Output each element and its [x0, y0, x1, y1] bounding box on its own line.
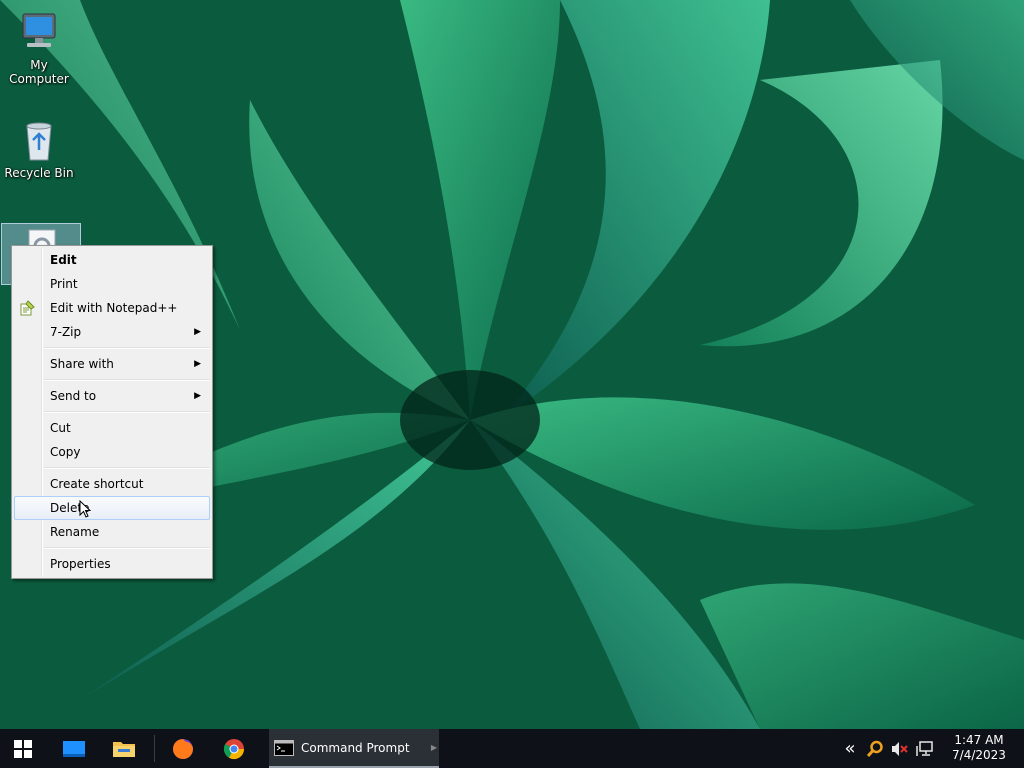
menu-item-label: Cut	[50, 421, 71, 435]
clock-time: 1:47 AM	[954, 733, 1004, 747]
menu-item-properties[interactable]: Properties	[14, 552, 210, 576]
taskbar-file-explorer-button[interactable]	[101, 729, 147, 768]
menu-separator	[44, 467, 210, 469]
taskbar-command-prompt-button[interactable]: Command Prompt ▶	[269, 729, 439, 768]
submenu-arrow-icon: ▶	[194, 327, 201, 337]
desktop-icon-recycle-bin[interactable]: Recycle Bin	[0, 116, 78, 180]
menu-item-label: Edit with Notepad++	[50, 301, 178, 315]
submenu-arrow-icon: ▶	[194, 359, 201, 369]
menu-separator	[44, 547, 210, 549]
mouse-cursor-icon	[79, 500, 91, 518]
desktop-icon	[63, 740, 85, 757]
menu-item-label: Share with	[50, 357, 114, 371]
desktop-icon-label: My Computer	[9, 58, 69, 86]
menu-item-label: Properties	[50, 557, 111, 571]
menu-item-print[interactable]: Print	[14, 272, 210, 296]
taskbar-clock[interactable]: 1:47 AM 7/4/2023	[944, 733, 1014, 763]
tray-overflow-button[interactable]: «	[840, 729, 860, 768]
volume-muted-icon	[892, 741, 908, 756]
menu-item-edit[interactable]: Edit	[14, 248, 210, 272]
windows-start-icon	[14, 739, 32, 758]
task-expand-icon: ▶	[430, 743, 437, 752]
taskbar-chrome-button[interactable]	[211, 729, 257, 768]
command-prompt-icon	[274, 739, 294, 756]
desktop-icon-my-computer[interactable]: My Computer	[0, 8, 78, 86]
desktop-icon-label: Recycle Bin	[4, 166, 74, 180]
menu-item-7zip[interactable]: 7-Zip ▶	[14, 320, 210, 344]
clock-date: 7/4/2023	[952, 748, 1006, 762]
menu-separator	[44, 347, 210, 349]
menu-item-delete[interactable]: Delete	[14, 496, 210, 520]
menu-item-edit-with-notepad[interactable]: Edit with Notepad++	[14, 296, 210, 320]
menu-item-label: Create shortcut	[50, 477, 144, 491]
menu-separator	[44, 411, 210, 413]
search-icon	[866, 740, 883, 757]
taskbar-divider	[154, 735, 155, 762]
file-explorer-icon	[113, 741, 135, 757]
tray-volume-button[interactable]	[889, 729, 911, 768]
recycle-bin-icon	[26, 122, 52, 161]
menu-item-copy[interactable]: Copy	[14, 440, 210, 464]
menu-separator	[44, 379, 210, 381]
menu-item-send-to[interactable]: Send to ▶	[14, 384, 210, 408]
menu-item-label: 7-Zip	[50, 325, 82, 339]
network-icon	[916, 740, 933, 756]
menu-item-create-shortcut[interactable]: Create shortcut	[14, 472, 210, 496]
menu-item-label: Edit	[50, 253, 77, 267]
taskbar-task-label: Command Prompt	[301, 740, 410, 755]
menu-item-share-with[interactable]: Share with ▶	[14, 352, 210, 376]
notepad-plus-plus-icon	[20, 300, 35, 316]
chevron-left-icon: «	[844, 738, 856, 759]
menu-item-cut[interactable]: Cut	[14, 416, 210, 440]
menu-item-label: Copy	[50, 445, 81, 459]
menu-item-label: Send to	[50, 389, 97, 403]
taskbar: Command Prompt ▶ « 1:47 AM 7/4/2023	[0, 729, 1024, 768]
computer-icon	[22, 13, 56, 47]
desktop: My Computer Recycle Bin Edit Print Edit …	[0, 0, 1024, 768]
menu-item-rename[interactable]: Rename	[14, 520, 210, 544]
start-button[interactable]	[0, 729, 46, 768]
taskbar-show-desktop-button[interactable]	[51, 729, 97, 768]
menu-item-label: Print	[50, 277, 78, 291]
chrome-icon	[223, 738, 245, 759]
tray-network-button[interactable]	[914, 729, 936, 768]
tray-search-button[interactable]	[864, 729, 886, 768]
firefox-icon	[173, 738, 193, 759]
taskbar-firefox-button[interactable]	[160, 729, 206, 768]
menu-item-label: Rename	[50, 525, 100, 539]
context-menu: Edit Print Edit with Notepad++ 7-Zip ▶ S…	[11, 245, 213, 579]
submenu-arrow-icon: ▶	[194, 391, 201, 401]
